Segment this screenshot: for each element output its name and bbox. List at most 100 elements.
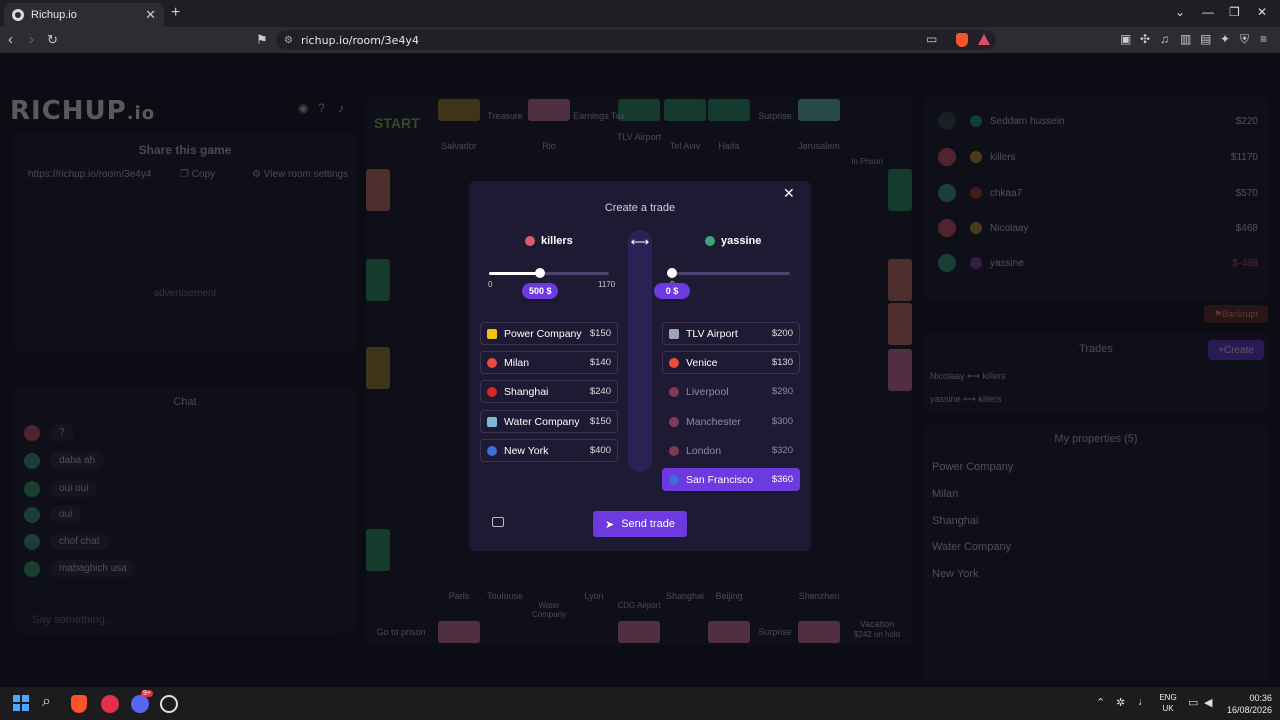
browser-tab[interactable]: Richup.io ✕ <box>4 3 164 27</box>
wallet-icon[interactable]: ▤ <box>1200 32 1211 46</box>
player-row[interactable]: chkaa7 $570 <box>938 178 1258 208</box>
trade-property-new-york[interactable]: New York $400 <box>480 439 618 462</box>
back-icon[interactable]: ‹ <box>8 31 13 48</box>
search-icon[interactable]: ⌕ <box>42 693 51 711</box>
music-icon[interactable]: ♫ <box>1160 32 1169 46</box>
board-label: Surprise <box>758 627 792 637</box>
bankrupt-button[interactable]: ⚑ Bankrupt <box>1204 305 1268 323</box>
player-row[interactable]: Seddam hussein $220 <box>938 106 1258 136</box>
forward-icon[interactable]: › <box>29 31 34 48</box>
steam-icon[interactable] <box>160 695 178 713</box>
extension-icon[interactable]: ▣ <box>1120 32 1131 46</box>
chat-message: oui <box>24 506 82 523</box>
send-icon: ➤ <box>604 518 615 531</box>
discord-app-icon[interactable] <box>131 695 149 713</box>
tab-search-icon[interactable]: ⌄ <box>1175 5 1185 19</box>
airplane-icon <box>669 328 679 339</box>
trade-property-power-company[interactable]: Power Company $150 <box>480 322 618 345</box>
trade-property-manchester[interactable]: Manchester $300 <box>662 410 800 433</box>
board-tile <box>366 529 390 571</box>
trade-property-water-company[interactable]: Water Company $150 <box>480 410 618 433</box>
board-label: TLV Airport <box>616 132 662 142</box>
trade-row[interactable]: Nicolaay ⟷ killers <box>930 371 1005 382</box>
right-slider-knob[interactable] <box>667 268 677 278</box>
volume-icon[interactable]: ◀ <box>1204 696 1212 709</box>
trade-property-liverpool[interactable]: Liverpool $290 <box>662 380 800 403</box>
bookmark-icon[interactable]: ⚑ <box>256 32 268 48</box>
trade-property-tlv-airport[interactable]: TLV Airport $200 <box>662 322 800 345</box>
maximize-button[interactable]: ❐ <box>1229 5 1240 19</box>
trade-chat-icon[interactable] <box>492 517 504 527</box>
trade-row[interactable]: yassine ⟷ killers <box>930 394 1001 405</box>
tab-close-icon[interactable]: ✕ <box>145 7 156 23</box>
copy-button[interactable]: ❐ Copy <box>180 169 215 180</box>
start-tile: START <box>374 115 420 131</box>
avatar <box>24 533 40 550</box>
minimize-button[interactable]: — <box>1202 5 1214 19</box>
tab-title: Richup.io <box>31 9 77 21</box>
room-settings-button[interactable]: ⚙ View room settings <box>252 169 348 180</box>
richup-favicon-icon <box>12 9 24 21</box>
brave-rewards-icon[interactable] <box>978 34 990 45</box>
player-row[interactable]: killers $1170 <box>938 142 1258 172</box>
create-trade-button[interactable]: + Create <box>1208 340 1264 360</box>
my-property-item[interactable]: Shanghai <box>932 515 979 527</box>
help-icon[interactable]: ? <box>318 101 325 115</box>
uk-flag-icon <box>669 416 679 427</box>
address-bar[interactable]: ⚙ richup.io/room/3e4y4 <box>276 30 996 50</box>
vpn-icon[interactable]: ⛨ <box>1240 32 1249 47</box>
trade-property-san-francisco[interactable]: San Francisco $360 <box>662 468 800 491</box>
my-property-item[interactable]: Power Company <box>932 461 1013 473</box>
chat-input[interactable]: Say something... <box>14 606 344 634</box>
menu-icon[interactable]: ≡ <box>1260 32 1267 46</box>
sidebar-icon[interactable]: ▥ <box>1180 32 1191 46</box>
player-row[interactable]: yassine $-488 <box>938 248 1258 278</box>
tray-overflow-icon[interactable]: ⌃ <box>1096 696 1105 709</box>
reload-icon[interactable]: ↻ <box>47 32 58 48</box>
player-color <box>970 257 982 269</box>
board-tile <box>438 99 480 121</box>
my-property-item[interactable]: Milan <box>932 488 958 500</box>
site-info-icon[interactable]: ⚙ <box>284 35 293 46</box>
avatar <box>938 148 956 166</box>
window-close-button[interactable]: ✕ <box>1257 5 1267 19</box>
brave-browser-icon[interactable] <box>71 695 87 713</box>
language-indicator[interactable]: ENG UK <box>1157 692 1179 714</box>
board-label: $242 on hold <box>853 630 901 639</box>
trade-property-venice[interactable]: Venice $130 <box>662 351 800 374</box>
windows-start-icon[interactable] <box>13 695 29 711</box>
app-icon[interactable] <box>101 695 119 713</box>
tray-settings-icon[interactable]: ✲ <box>1116 696 1125 709</box>
chat-message: chof chat <box>24 533 109 550</box>
trade-property-london[interactable]: London $320 <box>662 439 800 462</box>
left-player-avatar <box>525 236 535 246</box>
trade-property-shanghai[interactable]: Shanghai $240 <box>480 380 618 403</box>
right-amount-badge: 0 $ <box>654 283 690 299</box>
puzzle-icon[interactable]: ✣ <box>1140 32 1150 46</box>
player-row[interactable]: Nicolaay $468 <box>938 213 1258 243</box>
left-money-slider[interactable] <box>489 268 609 278</box>
sound-icon[interactable]: ♪ <box>338 101 344 115</box>
brave-shields-icon[interactable] <box>956 33 968 47</box>
cast-icon[interactable]: ▭ <box>926 32 937 46</box>
share-url[interactable]: https://richup.io/room/3e4y4 <box>28 169 151 180</box>
send-trade-button[interactable]: ➤ Send trade <box>593 511 687 537</box>
display-icon[interactable]: ▭ <box>1188 696 1198 709</box>
board-tile <box>366 259 390 301</box>
uk-flag-icon <box>669 386 679 397</box>
left-slider-knob[interactable] <box>535 268 546 278</box>
board-label: Shanghai <box>665 591 705 601</box>
system-clock[interactable]: 00:36 16/08/2026 <box>1220 692 1272 716</box>
discord-icon[interactable]: ◉ <box>298 101 308 115</box>
right-money-slider[interactable] <box>667 268 790 278</box>
board-label: Rio <box>542 141 556 151</box>
my-property-item[interactable]: Water Company <box>932 541 1011 553</box>
new-tab-button[interactable]: + <box>171 4 180 22</box>
microphone-icon[interactable]: ♩ <box>1138 696 1149 708</box>
trade-divider: ⟷ <box>628 230 652 472</box>
avatar <box>938 112 956 130</box>
leo-icon[interactable]: ✦ <box>1220 32 1230 46</box>
trade-property-milan[interactable]: Milan $140 <box>480 351 618 374</box>
modal-close-icon[interactable]: ✕ <box>783 185 795 202</box>
my-property-item[interactable]: New York <box>932 568 978 580</box>
